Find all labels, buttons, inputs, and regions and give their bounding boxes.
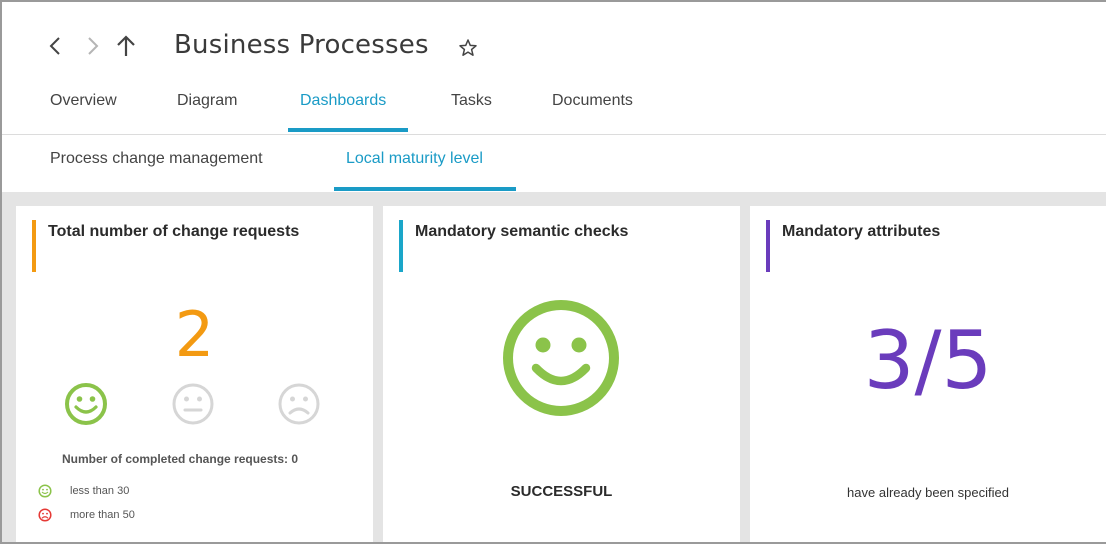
card-title: Mandatory attributes bbox=[782, 223, 941, 240]
back-button[interactable] bbox=[42, 30, 68, 62]
smiley-sad-icon bbox=[278, 383, 320, 425]
dashboard-content: Total number of change requests 2 Number… bbox=[2, 192, 1106, 542]
page-title: Business Processes bbox=[174, 30, 429, 60]
change-requests-count: 2 bbox=[174, 298, 215, 371]
tab-overview[interactable]: Overview bbox=[50, 92, 117, 110]
tab-diagram[interactable]: Diagram bbox=[177, 92, 237, 110]
card-title: Total number of change requests bbox=[48, 223, 300, 240]
tab-dashboards[interactable]: Dashboards bbox=[300, 92, 386, 110]
legend-item-good: less than 30 bbox=[38, 484, 129, 498]
forward-button[interactable] bbox=[80, 30, 106, 62]
semantic-check-status: SUCCESSFUL bbox=[510, 483, 613, 500]
attributes-caption: have already been specified bbox=[847, 485, 1009, 500]
smiley-happy-icon bbox=[503, 300, 619, 416]
subtab-local-maturity-level[interactable]: Local maturity level bbox=[346, 150, 483, 168]
smiley-happy-icon bbox=[38, 484, 52, 498]
attributes-ratio: 3/5 bbox=[863, 314, 993, 407]
card-accent-bar bbox=[32, 220, 36, 272]
card-title: Mandatory semantic checks bbox=[415, 223, 629, 240]
star-outline-icon[interactable] bbox=[458, 38, 478, 58]
card-accent-bar bbox=[399, 220, 403, 272]
smiley-neutral-icon bbox=[172, 383, 214, 425]
page-header: Business Processes Overview Diagram Dash… bbox=[2, 2, 1106, 135]
legend-item-bad: more than 50 bbox=[38, 508, 135, 522]
chevron-left-icon bbox=[49, 37, 60, 55]
arrow-up-icon bbox=[117, 35, 135, 56]
smiley-happy-icon bbox=[65, 383, 107, 425]
tab-tasks[interactable]: Tasks bbox=[451, 92, 492, 110]
chevron-right-icon bbox=[88, 37, 99, 55]
active-tab-indicator bbox=[288, 128, 408, 132]
legend-label: more than 50 bbox=[70, 509, 135, 521]
up-button[interactable] bbox=[113, 30, 139, 62]
card-mandatory-attributes: Mandatory attributes 3/5 have already be… bbox=[750, 206, 1106, 542]
card-accent-bar bbox=[766, 220, 770, 272]
active-subtab-indicator bbox=[334, 187, 516, 191]
tab-documents[interactable]: Documents bbox=[552, 92, 633, 110]
sub-tabs: Process change management Local maturity… bbox=[2, 135, 1106, 192]
completed-requests-caption: Number of completed change requests: 0 bbox=[62, 452, 299, 466]
legend-label: less than 30 bbox=[70, 485, 130, 497]
smiley-sad-icon bbox=[38, 508, 52, 522]
card-semantic-checks: Mandatory semantic checks SUCCESSFUL bbox=[383, 206, 740, 542]
card-change-requests: Total number of change requests 2 Number… bbox=[16, 206, 373, 542]
subtab-process-change-management[interactable]: Process change management bbox=[50, 150, 263, 168]
